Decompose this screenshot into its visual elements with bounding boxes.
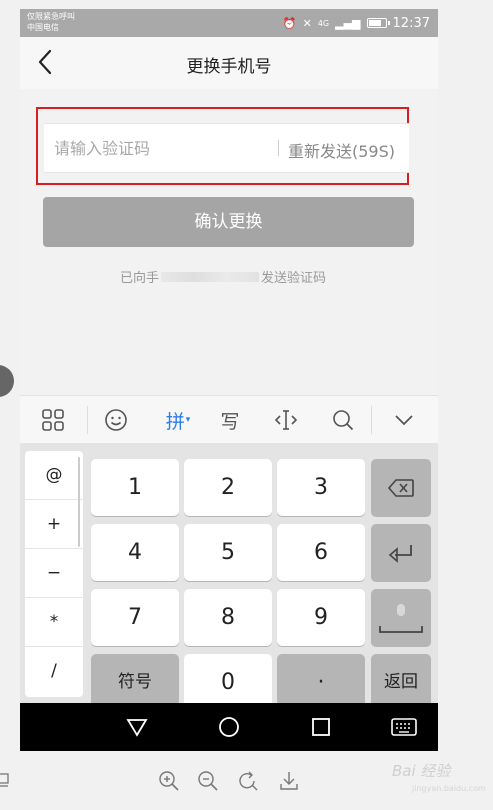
key-minus[interactable]: −	[25, 549, 83, 598]
verification-code-input[interactable]	[54, 124, 269, 172]
back-nav-icon[interactable]	[117, 711, 157, 743]
confirm-change-button[interactable]: 确认更换	[43, 197, 414, 247]
zoom-out-icon[interactable]	[197, 770, 221, 794]
key-9[interactable]: 9	[277, 589, 365, 646]
enter-icon	[388, 545, 412, 563]
home-nav-icon[interactable]	[209, 711, 249, 743]
status-icons: ⏰ ✕ 4G ▂▄▆ 12:37	[283, 13, 430, 33]
cursor-icon[interactable]	[266, 402, 306, 438]
keyboard-nav-icon[interactable]	[384, 711, 424, 743]
hint-suffix: 发送验证码	[261, 271, 327, 286]
handwriting-input-mode[interactable]: 写	[210, 402, 250, 438]
backspace-icon	[387, 479, 414, 497]
status-carrier: 仅限紧急呼叫 中国电信	[27, 11, 75, 33]
alarm-icon: ⏰	[282, 16, 297, 30]
pinyin-input-mode[interactable]: 拼 ▾	[158, 402, 198, 438]
dropdown-caret-icon: ▾	[185, 415, 191, 425]
page-title: 更换手机号	[186, 57, 272, 77]
emergency-text: 仅限紧急呼叫	[27, 12, 75, 21]
phone-screen: 仅限紧急呼叫 中国电信 ⏰ ✕ 4G ▂▄▆ 12:37 更换手机号 重新发送(…	[20, 9, 438, 751]
key-3[interactable]: 3	[277, 459, 365, 516]
app-header: 更换手机号	[20, 37, 438, 89]
masked-phone-number	[161, 271, 260, 282]
key-slash[interactable]: /	[25, 647, 83, 696]
key-8[interactable]: 8	[184, 589, 272, 646]
download-icon[interactable]	[278, 770, 302, 794]
chevron-down-icon[interactable]	[384, 402, 424, 438]
enter-key[interactable]	[371, 524, 431, 581]
toolbar-divider	[371, 406, 372, 434]
search-icon[interactable]	[323, 402, 363, 438]
no-signal-icon: ✕	[302, 16, 312, 30]
key-5[interactable]: 5	[184, 524, 272, 581]
battery-icon	[366, 18, 390, 28]
key-6[interactable]: 6	[277, 524, 365, 581]
status-bar: 仅限紧急呼叫 中国电信 ⏰ ✕ 4G ▂▄▆ 12:37	[20, 9, 438, 37]
space-key[interactable]	[371, 589, 431, 646]
key-asterisk[interactable]: *	[25, 598, 83, 647]
symbol-column[interactable]: @ + − * /	[25, 451, 83, 697]
watermark-url: jingyan.baidu.com	[412, 784, 486, 793]
signal-icon: ▂▄▆	[335, 16, 361, 30]
thumbnail-icon[interactable]	[0, 770, 18, 794]
keyboard-toolbar: 拼 ▾ 写	[20, 395, 438, 443]
floating-assist-button[interactable]	[0, 365, 14, 397]
status-time: 12:37	[392, 15, 430, 31]
pinyin-label: 拼	[165, 410, 185, 433]
key-2[interactable]: 2	[184, 459, 272, 516]
microphone-icon	[379, 604, 423, 633]
rotate-icon[interactable]	[237, 770, 261, 794]
network-icon: 4G	[317, 18, 330, 28]
sent-hint: 已向手 发送验证码	[120, 267, 326, 286]
navigation-bar	[20, 703, 438, 751]
key-1[interactable]: 1	[91, 459, 179, 516]
key-plus[interactable]: +	[25, 500, 83, 549]
resend-button[interactable]: 重新发送(59S)	[288, 138, 395, 162]
divider	[278, 140, 279, 156]
recents-nav-icon[interactable]	[301, 711, 341, 743]
numeric-keyboard: @ + − * / 1 2 3 4 5 6 7 8 9 符号 0 · 返回	[20, 443, 438, 711]
key-4[interactable]: 4	[91, 524, 179, 581]
carrier-text: 中国电信	[27, 23, 59, 32]
scrollbar	[78, 457, 80, 547]
baidu-watermark: Bai 经验	[392, 762, 451, 780]
zoom-in-icon[interactable]	[158, 770, 182, 794]
hint-prefix: 已向手	[120, 271, 160, 286]
key-7[interactable]: 7	[91, 589, 179, 646]
grid-icon[interactable]	[33, 402, 73, 438]
emoji-icon[interactable]	[96, 402, 136, 438]
verification-code-row: 重新发送(59S)	[44, 123, 409, 173]
handwriting-label: 写	[220, 410, 240, 433]
key-at[interactable]: @	[25, 451, 83, 500]
backspace-key[interactable]	[371, 459, 431, 516]
toolbar-divider	[87, 406, 88, 434]
